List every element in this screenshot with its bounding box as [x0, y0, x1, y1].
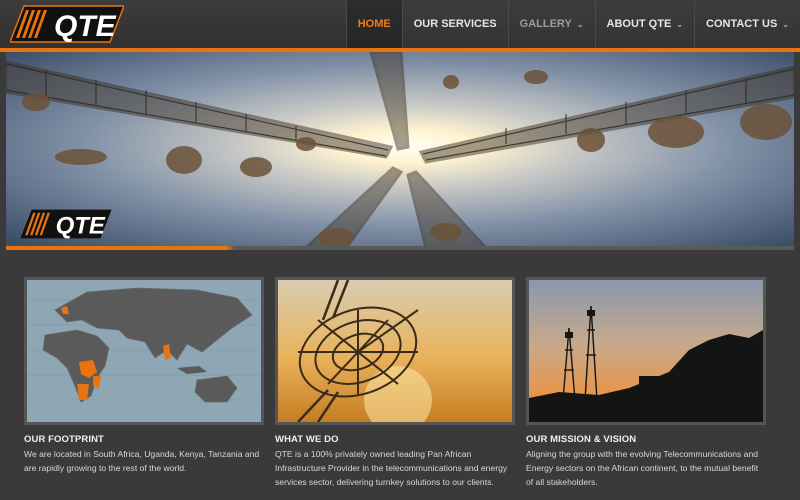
nav-about-qte-label: ABOUT QTE: [606, 18, 672, 30]
what-we-do-title: WHAT WE DO: [275, 434, 339, 445]
nav-contact-us-label: CONTACT US: [706, 18, 778, 30]
nav-gallery[interactable]: GALLERY ⌄: [507, 0, 595, 48]
satellite-dish-image[interactable]: [275, 277, 515, 425]
site-header: QTE HOME OUR SERVICES GALLERY ⌄ ABOUT QT…: [0, 0, 800, 50]
qte-logo[interactable]: QTE: [10, 4, 124, 44]
mission-vision-title: OUR MISSION & VISION: [526, 434, 637, 445]
tower-sunset-image[interactable]: [526, 277, 766, 425]
svg-text:QTE: QTE: [54, 10, 117, 43]
hero-qte-logo: QTE: [20, 209, 112, 240]
footprint-text: We are located in South Africa, Uganda, …: [24, 449, 260, 473]
feature-what-we-do: WHAT WE DO QTE is a 100% privately owned…: [275, 277, 515, 489]
chevron-down-icon: ⌄: [576, 19, 584, 29]
chevron-down-icon: ⌄: [782, 19, 789, 29]
nav-contact-us[interactable]: CONTACT US ⌄: [694, 0, 800, 48]
nav-our-services-label: OUR SERVICES: [413, 18, 497, 30]
what-we-do-text: QTE is a 100% privately owned leading Pa…: [275, 449, 508, 487]
footprint-title: OUR FOOTPRINT: [24, 434, 104, 445]
nav-about-qte[interactable]: ABOUT QTE ⌄: [594, 0, 694, 48]
mission-vision-text: Aligning the group with the evolving Tel…: [526, 449, 759, 487]
hero-tower-image: [6, 52, 794, 248]
svg-text:QTE: QTE: [56, 213, 106, 240]
chevron-down-icon: ⌄: [676, 19, 683, 29]
hero-progress-bar: [6, 246, 794, 250]
nav-gallery-label: GALLERY: [519, 18, 572, 30]
feature-footprint: OUR FOOTPRINT We are located in South Af…: [24, 277, 264, 475]
nav-home[interactable]: HOME: [345, 0, 402, 48]
main-nav: HOME OUR SERVICES GALLERY ⌄ ABOUT QTE ⌄ …: [345, 0, 800, 48]
nav-our-services[interactable]: OUR SERVICES: [401, 0, 508, 48]
footprint-map-image[interactable]: [24, 277, 264, 425]
nav-home-label: HOME: [357, 18, 391, 30]
feature-mission-vision: OUR MISSION & VISION Aligning the group …: [526, 277, 766, 489]
hero-banner: QTE: [6, 52, 794, 248]
